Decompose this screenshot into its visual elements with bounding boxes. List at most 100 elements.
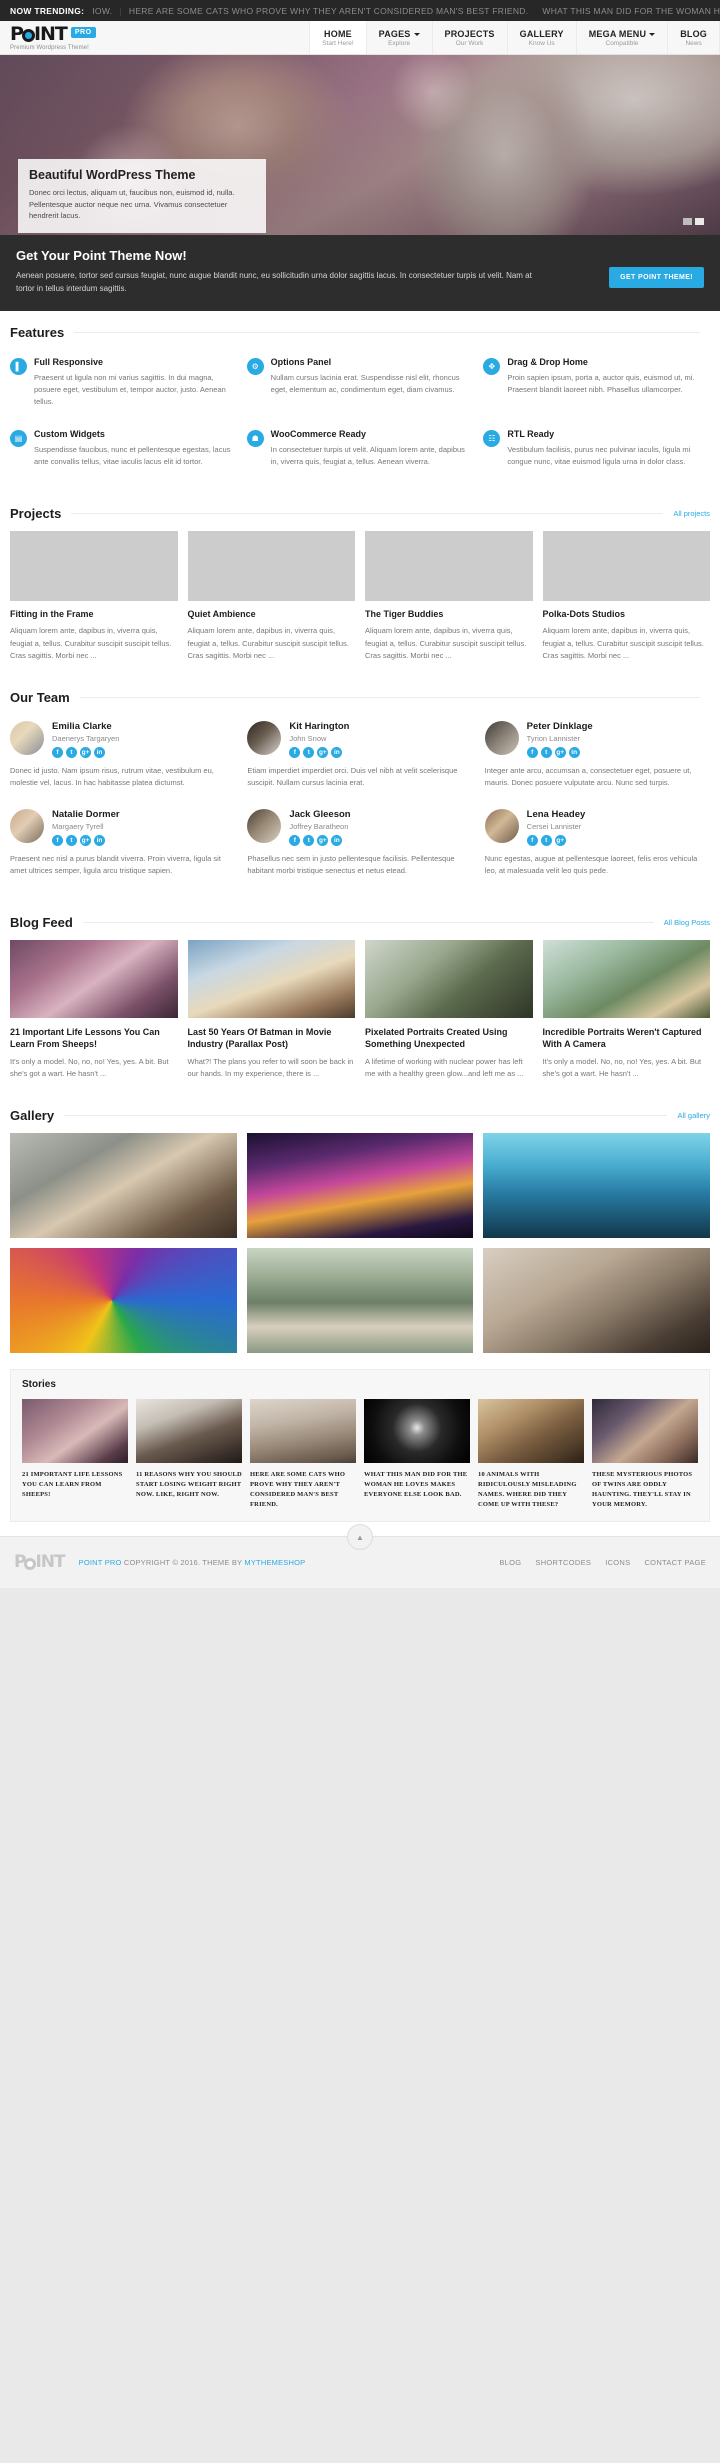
site-logo[interactable]: P INT PRO bbox=[10, 24, 150, 44]
story-card[interactable]: 10 ANIMALS WITH RIDICULOUSLY MISLEADING … bbox=[478, 1399, 584, 1509]
story-thumbnail[interactable] bbox=[22, 1399, 128, 1464]
story-title[interactable]: THESE MYSTERIOUS PHOTOS OF TWINS ARE ODD… bbox=[592, 1470, 698, 1509]
gallery-item[interactable] bbox=[246, 1133, 474, 1239]
blog-post-title[interactable]: Incredible Portraits Weren't Captured Wi… bbox=[543, 1026, 711, 1050]
projects-grid: Fitting in the Frame Aliquam lorem ante,… bbox=[10, 531, 710, 675]
project-card[interactable]: Polka-Dots Studios Aliquam lorem ante, d… bbox=[542, 531, 711, 661]
linkedin-icon[interactable]: in bbox=[94, 834, 105, 846]
facebook-icon[interactable]: f bbox=[526, 834, 538, 846]
nav-item-mega-menu[interactable]: MEGA MENU Compatible bbox=[575, 21, 667, 54]
story-card[interactable]: THESE MYSTERIOUS PHOTOS OF TWINS ARE ODD… bbox=[592, 1399, 698, 1509]
story-thumbnail[interactable] bbox=[364, 1399, 470, 1464]
all-blog-posts-link[interactable]: All Blog Posts bbox=[664, 918, 710, 927]
project-thumbnail[interactable] bbox=[10, 531, 178, 602]
story-title[interactable]: 10 ANIMALS WITH RIDICULOUSLY MISLEADING … bbox=[478, 1470, 584, 1509]
linkedin-icon[interactable]: in bbox=[94, 746, 105, 758]
trending-item[interactable]: WHAT THIS MAN DID FOR THE WOMAN HE LOVE bbox=[542, 6, 720, 16]
gallery-item[interactable] bbox=[10, 1248, 237, 1354]
blog-card[interactable]: 21 Important Life Lessons You Can Learn … bbox=[10, 939, 178, 1081]
facebook-icon[interactable]: f bbox=[52, 746, 63, 758]
project-thumbnail[interactable] bbox=[365, 531, 533, 602]
scroll-to-top-button[interactable]: ▲ bbox=[347, 1524, 373, 1551]
google-plus-icon[interactable]: g+ bbox=[80, 746, 91, 758]
trending-item[interactable]: HERE ARE SOME CATS WHO PROVE WHY THEY AR… bbox=[129, 6, 543, 16]
blog-post-title[interactable]: 21 Important Life Lessons You Can Learn … bbox=[10, 1026, 178, 1050]
story-title[interactable]: 11 REASONS WHY YOU SHOULD START LOSING W… bbox=[136, 1470, 242, 1499]
twitter-icon[interactable]: t bbox=[303, 746, 315, 758]
twitter-icon[interactable]: t bbox=[66, 746, 77, 758]
project-card[interactable]: Fitting in the Frame Aliquam lorem ante,… bbox=[10, 531, 178, 661]
hero-slider[interactable]: Beautiful WordPress Theme Donec orci lec… bbox=[0, 55, 720, 235]
google-plus-icon[interactable]: g+ bbox=[554, 834, 566, 846]
member-role: Daenerys Targaryen bbox=[52, 733, 120, 743]
google-plus-icon[interactable]: g+ bbox=[317, 746, 329, 758]
facebook-icon[interactable]: f bbox=[52, 834, 63, 846]
blog-thumbnail[interactable] bbox=[10, 939, 178, 1018]
nav-item-gallery[interactable]: GALLERY Know Us bbox=[506, 21, 576, 54]
project-card[interactable]: Quiet Ambience Aliquam lorem ante, dapib… bbox=[187, 531, 356, 661]
linkedin-icon[interactable]: in bbox=[568, 746, 580, 758]
brand-block[interactable]: P INT PRO Premium Wordpress Theme! bbox=[0, 21, 150, 54]
story-card[interactable]: WHAT THIS MAN DID FOR THE WOMAN HE LOVES… bbox=[364, 1399, 470, 1509]
footer-link-icons[interactable]: ICONS bbox=[605, 1558, 630, 1567]
project-title[interactable]: Quiet Ambience bbox=[188, 609, 356, 619]
story-thumbnail[interactable] bbox=[478, 1399, 584, 1464]
blog-thumbnail[interactable] bbox=[365, 939, 533, 1018]
blog-post-title[interactable]: Pixelated Portraits Created Using Someth… bbox=[365, 1026, 533, 1050]
facebook-icon[interactable]: f bbox=[526, 746, 538, 758]
story-thumbnail[interactable] bbox=[136, 1399, 242, 1464]
mythemeshop-link[interactable]: MYTHEMESHOP bbox=[244, 1558, 305, 1567]
story-title[interactable]: 21 IMPORTANT LIFE LESSONS YOU CAN LEARN … bbox=[22, 1470, 128, 1499]
gallery-item[interactable] bbox=[10, 1133, 237, 1239]
story-card[interactable]: 11 REASONS WHY YOU SHOULD START LOSING W… bbox=[136, 1399, 242, 1509]
gallery-item[interactable] bbox=[483, 1248, 710, 1354]
story-card[interactable]: 21 IMPORTANT LIFE LESSONS YOU CAN LEARN … bbox=[22, 1399, 128, 1509]
blog-thumbnail[interactable] bbox=[187, 939, 355, 1018]
hero-dot-2[interactable] bbox=[695, 218, 704, 225]
blog-card[interactable]: Last 50 Years Of Batman in Movie Industr… bbox=[187, 939, 356, 1081]
hero-pagination[interactable] bbox=[683, 218, 704, 225]
footer-logo[interactable]: P INT bbox=[14, 1554, 66, 1571]
project-card[interactable]: The Tiger Buddies Aliquam lorem ante, da… bbox=[365, 531, 533, 661]
project-title[interactable]: Polka-Dots Studios bbox=[543, 609, 711, 619]
blog-card[interactable]: Pixelated Portraits Created Using Someth… bbox=[365, 939, 533, 1081]
nav-item-blog[interactable]: BLOG News bbox=[667, 21, 720, 54]
get-point-theme-button[interactable]: GET POINT THEME! bbox=[609, 267, 704, 288]
member-role: Margaery Tyrell bbox=[52, 821, 104, 831]
all-projects-link[interactable]: All projects bbox=[673, 509, 710, 518]
footer-link-blog[interactable]: BLOG bbox=[499, 1558, 521, 1567]
linkedin-icon[interactable]: in bbox=[331, 746, 343, 758]
footer-link-contact-page[interactable]: CONTACT PAGE bbox=[644, 1558, 706, 1567]
nav-item-home[interactable]: HOME Start Here! bbox=[309, 21, 366, 54]
facebook-icon[interactable]: f bbox=[289, 834, 301, 846]
story-title[interactable]: WHAT THIS MAN DID FOR THE WOMAN HE LOVES… bbox=[364, 1470, 470, 1499]
story-card[interactable]: HERE ARE SOME CATS WHO PROVE WHY THEY AR… bbox=[250, 1399, 356, 1509]
all-gallery-link[interactable]: All gallery bbox=[677, 1111, 710, 1120]
linkedin-icon[interactable]: in bbox=[331, 834, 343, 846]
google-plus-icon[interactable]: g+ bbox=[317, 834, 329, 846]
footer-brand-link[interactable]: POINT PRO bbox=[79, 1558, 122, 1567]
story-title[interactable]: HERE ARE SOME CATS WHO PROVE WHY THEY AR… bbox=[250, 1470, 356, 1509]
footer-link-shortcodes[interactable]: SHORTCODES bbox=[535, 1558, 591, 1567]
facebook-icon[interactable]: f bbox=[289, 746, 301, 758]
blog-post-title[interactable]: Last 50 Years Of Batman in Movie Industr… bbox=[188, 1026, 356, 1050]
hero-dot-1[interactable] bbox=[683, 218, 692, 225]
project-title[interactable]: Fitting in the Frame bbox=[10, 609, 178, 619]
gallery-item[interactable] bbox=[246, 1248, 474, 1354]
nav-item-projects[interactable]: PROJECTS Our Work bbox=[431, 21, 507, 54]
gallery-item[interactable] bbox=[483, 1133, 710, 1239]
project-title[interactable]: The Tiger Buddies bbox=[365, 609, 533, 619]
twitter-icon[interactable]: t bbox=[540, 746, 552, 758]
story-thumbnail[interactable] bbox=[250, 1399, 356, 1464]
blog-card[interactable]: Incredible Portraits Weren't Captured Wi… bbox=[542, 939, 711, 1081]
google-plus-icon[interactable]: g+ bbox=[80, 834, 91, 846]
nav-item-pages[interactable]: PAGES Explore bbox=[365, 21, 432, 54]
project-thumbnail[interactable] bbox=[542, 531, 710, 602]
blog-thumbnail[interactable] bbox=[542, 939, 710, 1018]
project-thumbnail[interactable] bbox=[187, 531, 355, 602]
google-plus-icon[interactable]: g+ bbox=[554, 746, 566, 758]
story-thumbnail[interactable] bbox=[592, 1399, 698, 1464]
twitter-icon[interactable]: t bbox=[540, 834, 552, 846]
twitter-icon[interactable]: t bbox=[303, 834, 315, 846]
twitter-icon[interactable]: t bbox=[66, 834, 77, 846]
